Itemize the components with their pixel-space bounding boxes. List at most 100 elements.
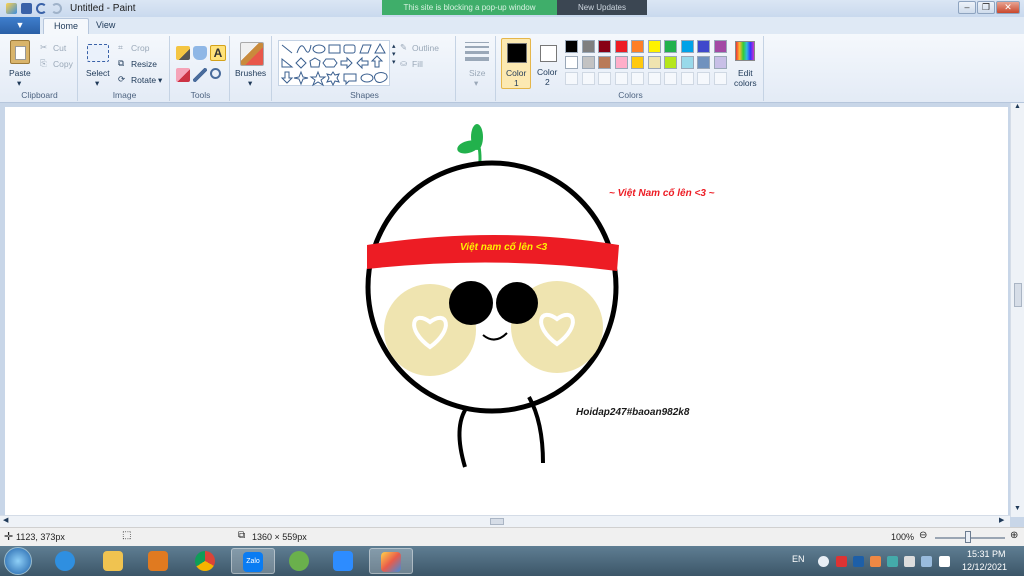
color2-button[interactable]: Color 2 bbox=[534, 38, 562, 89]
palette-swatch[interactable] bbox=[664, 56, 677, 69]
undo-icon[interactable] bbox=[36, 3, 47, 14]
edit-colors-button[interactable]: Edit bbox=[738, 68, 753, 78]
taskbar-chat[interactable] bbox=[278, 548, 322, 574]
minimize-button[interactable]: – bbox=[958, 1, 976, 14]
taskbar-zoom[interactable] bbox=[322, 548, 366, 574]
start-button[interactable] bbox=[4, 547, 32, 575]
scroll-right-icon[interactable]: ▶ bbox=[999, 516, 1004, 524]
curve-shape-icon[interactable] bbox=[296, 44, 312, 54]
oval-shape-icon[interactable] bbox=[312, 44, 326, 54]
rounded-callout-shape-icon[interactable] bbox=[343, 73, 357, 86]
taskbar-ie[interactable] bbox=[44, 548, 88, 574]
shapes-gallery-svg[interactable] bbox=[279, 41, 391, 87]
palette-swatch[interactable] bbox=[680, 56, 694, 69]
size-dropdown-icon[interactable]: ▾ bbox=[474, 78, 478, 89]
palette-empty-swatch[interactable] bbox=[647, 72, 661, 85]
palette-swatch[interactable] bbox=[581, 40, 595, 53]
scroll-down-icon[interactable]: ▼ bbox=[1014, 505, 1021, 512]
diamond-shape-icon[interactable] bbox=[295, 57, 307, 69]
palette-swatch[interactable] bbox=[664, 40, 677, 53]
drawing-canvas[interactable]: Việt nam cố lên <3 ~ Việt Nam cố lên <3 … bbox=[5, 107, 1008, 515]
palette-empty-swatch[interactable] bbox=[598, 72, 611, 85]
rounded-rectangle-shape-icon[interactable] bbox=[343, 44, 356, 54]
palette-empty-swatch[interactable] bbox=[680, 72, 694, 85]
eraser-icon[interactable] bbox=[176, 68, 190, 82]
zoom-in-icon[interactable]: ⊕ bbox=[1010, 530, 1018, 541]
line-shape-icon[interactable] bbox=[281, 44, 293, 54]
zoom-out-icon[interactable]: ⊖ bbox=[919, 530, 927, 541]
oval-callout-shape-icon[interactable] bbox=[360, 73, 374, 83]
hexagon-shape-icon[interactable] bbox=[322, 58, 338, 68]
palette-swatch[interactable] bbox=[631, 56, 644, 69]
edit-colors-button-line2[interactable]: colors bbox=[734, 78, 757, 88]
color1-button[interactable]: Color 1 bbox=[501, 38, 531, 89]
palette-swatch[interactable] bbox=[697, 56, 710, 69]
resize-button[interactable]: Resize bbox=[131, 59, 157, 69]
four-point-star-shape-icon[interactable] bbox=[293, 70, 309, 86]
shapes-scroll-icon[interactable]: ▴ ▾ ▾ bbox=[392, 42, 396, 66]
tray-app-icon[interactable] bbox=[818, 556, 829, 567]
clock-time[interactable]: 15:31 PM bbox=[967, 549, 1006, 559]
rotate-button[interactable]: Rotate bbox=[131, 75, 156, 85]
pentagon-shape-icon[interactable] bbox=[309, 57, 321, 68]
taskbar-chrome[interactable] bbox=[184, 548, 228, 574]
palette-swatch[interactable] bbox=[598, 56, 611, 69]
left-arrow-shape-icon[interactable] bbox=[356, 56, 369, 70]
palette-empty-swatch[interactable] bbox=[565, 72, 578, 85]
tab-view[interactable]: View bbox=[86, 18, 125, 34]
brushes-button[interactable]: Brushes bbox=[235, 68, 266, 78]
rotate-dropdown-icon[interactable]: ▾ bbox=[158, 75, 162, 86]
select-dropdown-icon[interactable]: ▾ bbox=[95, 78, 99, 89]
palette-swatch[interactable] bbox=[697, 40, 710, 53]
palette-swatch[interactable] bbox=[631, 40, 644, 53]
palette-swatch[interactable] bbox=[647, 56, 661, 69]
palette-swatch[interactable] bbox=[680, 40, 694, 53]
palette-empty-swatch[interactable] bbox=[581, 72, 595, 85]
scroll-up-icon[interactable]: ▲ bbox=[1014, 103, 1021, 110]
pencil-icon[interactable] bbox=[176, 46, 190, 60]
palette-swatch[interactable] bbox=[614, 40, 628, 53]
tray-vpn-icon[interactable] bbox=[853, 556, 864, 567]
size-icon[interactable] bbox=[465, 42, 489, 61]
fill-bucket-icon[interactable] bbox=[193, 46, 207, 60]
outline-button[interactable]: Outline bbox=[412, 43, 439, 53]
drawing-svg[interactable] bbox=[5, 107, 1008, 515]
maximize-button[interactable]: ❐ bbox=[977, 1, 995, 14]
right-triangle-shape-icon[interactable] bbox=[281, 57, 294, 68]
close-button[interactable]: ✕ bbox=[996, 1, 1020, 14]
volume-icon[interactable] bbox=[939, 556, 950, 567]
cut-button[interactable]: Cut bbox=[53, 43, 66, 53]
taskbar-explorer[interactable] bbox=[92, 548, 136, 574]
palette-swatch[interactable] bbox=[598, 40, 611, 53]
rectangle-shape-icon[interactable] bbox=[328, 44, 341, 54]
network-icon[interactable] bbox=[921, 556, 932, 567]
right-arrow-shape-icon[interactable] bbox=[340, 56, 353, 70]
polygon-shape-icon[interactable] bbox=[359, 44, 372, 54]
scroll-left-icon[interactable]: ◀ bbox=[3, 516, 8, 524]
cloud-callout-shape-icon[interactable] bbox=[374, 72, 388, 83]
speaker-icon[interactable] bbox=[870, 556, 881, 567]
fill-button[interactable]: Fill bbox=[412, 59, 423, 69]
up-arrow-shape-icon[interactable] bbox=[370, 55, 384, 68]
brush-icon[interactable] bbox=[240, 42, 264, 66]
notification-banner[interactable]: This site is blocking a pop-up window bbox=[382, 0, 557, 15]
paint-app-icon[interactable] bbox=[6, 3, 17, 14]
redo-icon[interactable] bbox=[51, 3, 62, 14]
magnifier-icon[interactable] bbox=[210, 68, 221, 79]
palette-empty-swatch[interactable] bbox=[713, 72, 727, 85]
save-icon[interactable] bbox=[21, 3, 32, 14]
taskbar-zalo[interactable]: Zalo bbox=[231, 548, 275, 574]
taskbar-paint[interactable] bbox=[369, 548, 413, 574]
size-button[interactable]: Size bbox=[469, 68, 486, 78]
six-point-star-shape-icon[interactable] bbox=[326, 71, 340, 87]
language-indicator[interactable]: EN bbox=[792, 554, 805, 564]
taskbar-media[interactable] bbox=[137, 548, 181, 574]
five-point-star-shape-icon[interactable] bbox=[309, 70, 327, 87]
palette-swatch[interactable] bbox=[713, 56, 727, 69]
palette-empty-swatch[interactable] bbox=[614, 72, 628, 85]
vertical-scroll-thumb[interactable] bbox=[1014, 283, 1022, 307]
update-banner[interactable]: New Updates bbox=[557, 0, 647, 15]
horizontal-scrollbar[interactable]: ◀ ▶ bbox=[0, 515, 1010, 527]
triangle-shape-icon[interactable] bbox=[374, 42, 386, 54]
palette-swatch[interactable] bbox=[565, 40, 578, 53]
